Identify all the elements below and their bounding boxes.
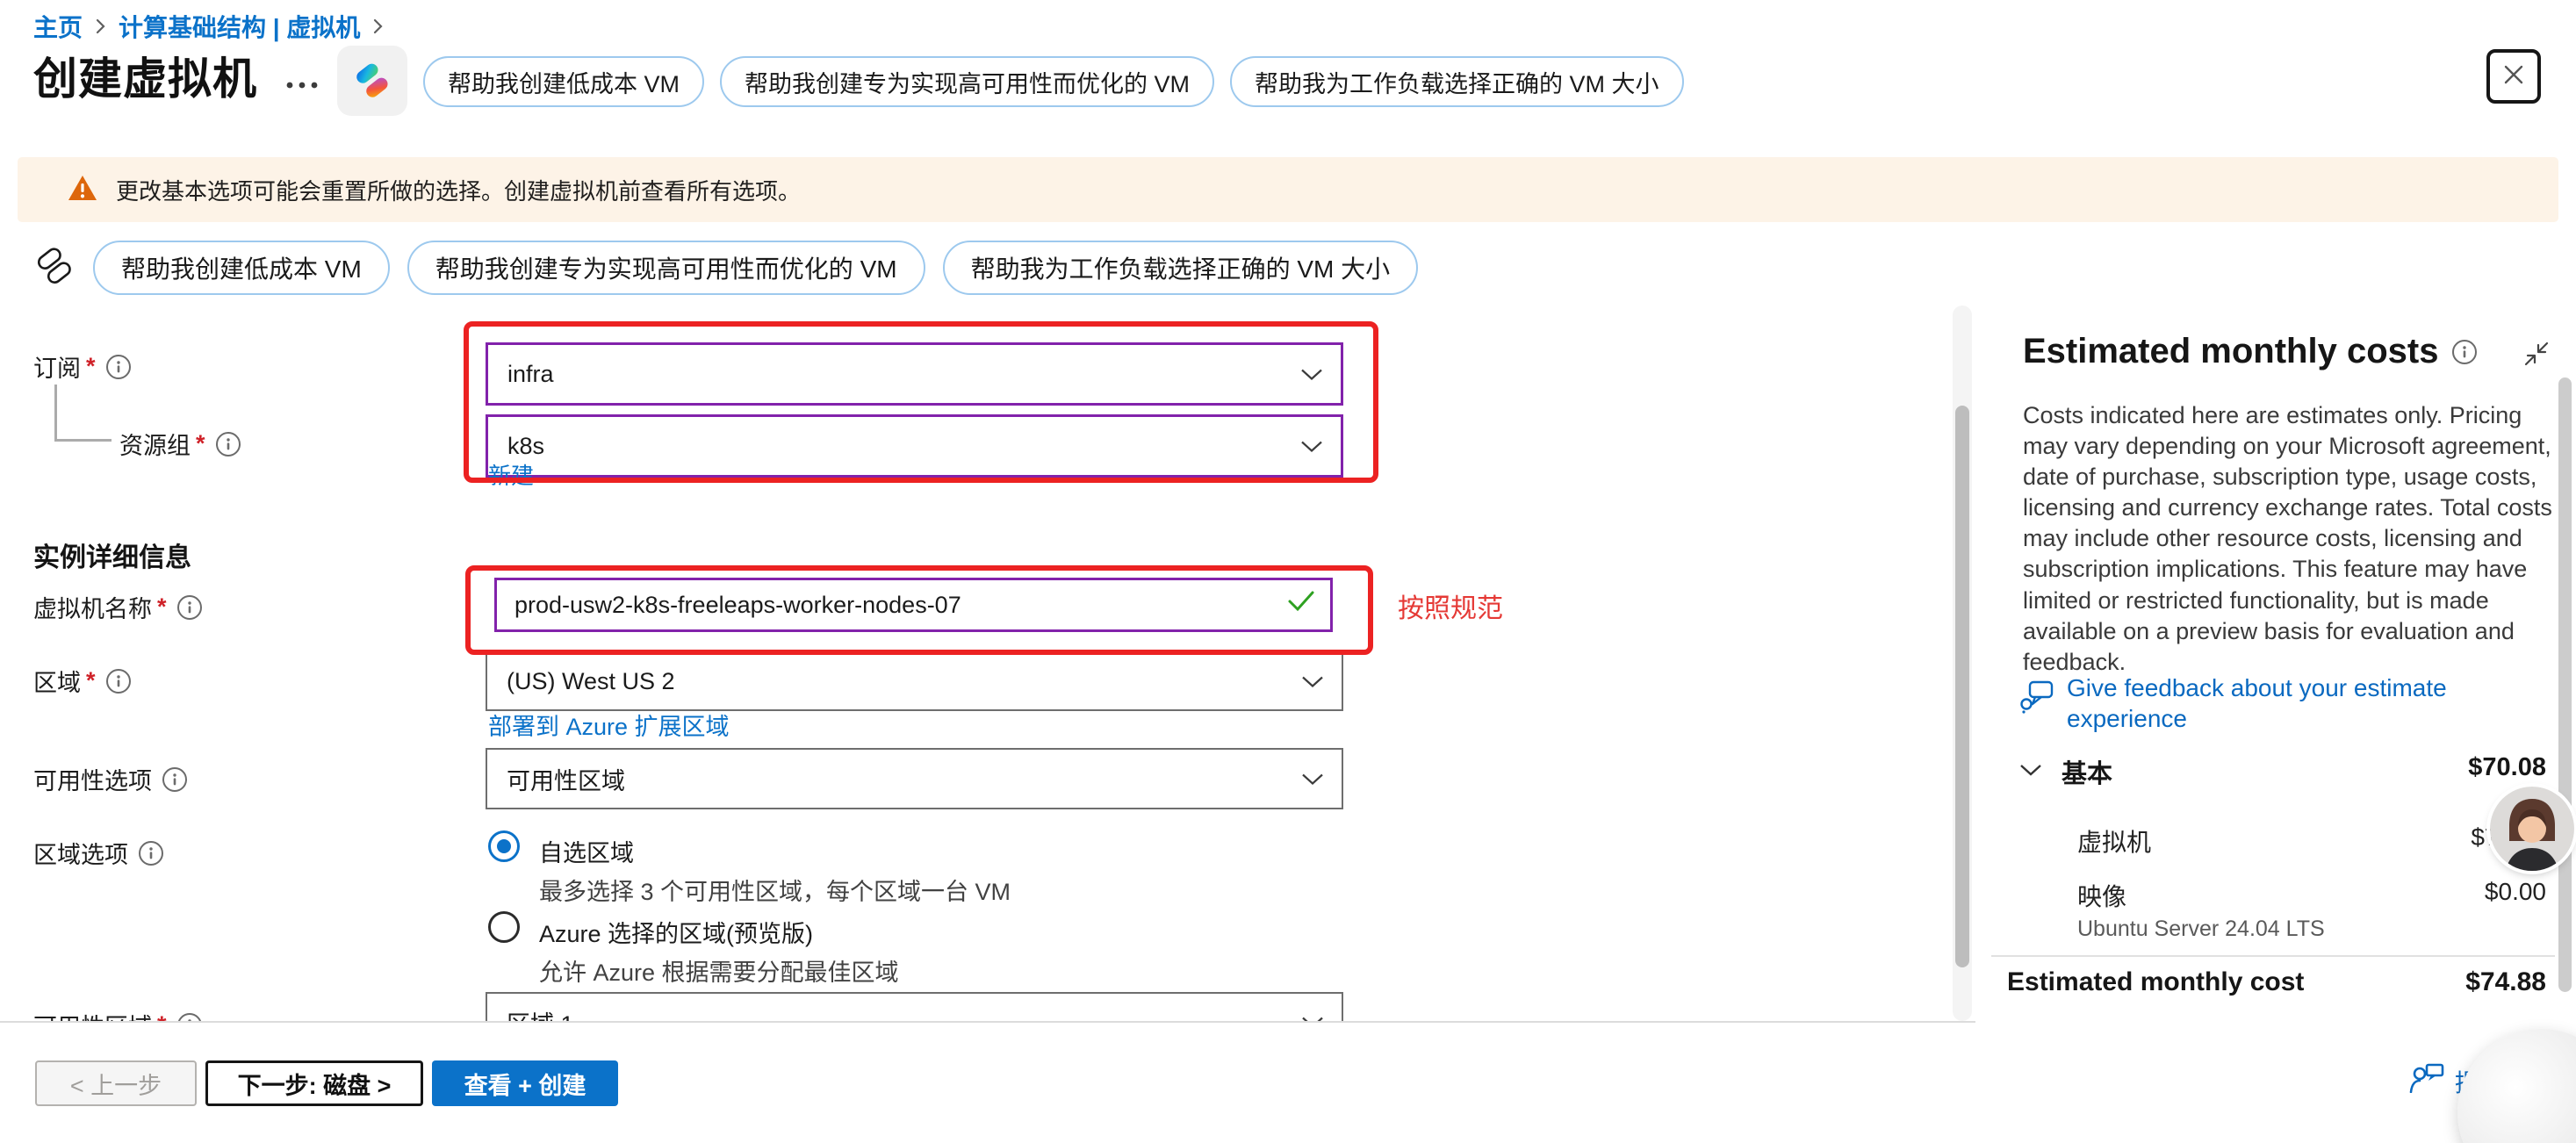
info-icon[interactable] bbox=[2452, 340, 2477, 364]
page-title: 创建虚拟机 bbox=[33, 44, 257, 107]
self-selected-zones-radio-label: 自选区域 bbox=[539, 834, 634, 868]
cost-item-image-label: 映像 bbox=[2077, 878, 2126, 913]
create-vm-page: 主页 计算基础结构 | 虚拟机 创建虚拟机 帮助我创建低成本 VM 帮助我创建专… bbox=[0, 0, 2576, 1143]
azure-extended-zones-link[interactable]: 部署到 Azure 扩展区域 bbox=[488, 708, 730, 742]
self-selected-zones-radio[interactable] bbox=[488, 830, 520, 862]
copilot-icon[interactable] bbox=[337, 46, 407, 116]
chevron-down-icon bbox=[1301, 766, 1324, 793]
estimate-feedback-link[interactable]: Give feedback about your estimate experi… bbox=[2019, 672, 2555, 734]
suggestion-high-availability-button[interactable]: 帮助我创建专为实现高可用性而优化的 VM bbox=[720, 56, 1214, 107]
instance-details-header: 实例详细信息 bbox=[33, 536, 191, 574]
chevron-down-icon[interactable] bbox=[2019, 763, 2042, 781]
azure-selected-zones-description: 允许 Azure 根据需要分配最佳区域 bbox=[539, 953, 899, 988]
footer-bar: < 上一步 下一步: 磁盘 > 查看 + 创建 提供反馈 bbox=[0, 1023, 2576, 1143]
chevron-right-icon bbox=[372, 18, 384, 35]
warning-banner: 更改基本选项可能会重置所做的选择。创建虚拟机前查看所有选项。 bbox=[18, 157, 2558, 222]
breadcrumb-home-link[interactable]: 主页 bbox=[33, 9, 83, 44]
warning-icon bbox=[67, 174, 98, 206]
cost-item-image-subtext: Ubuntu Server 24.04 LTS bbox=[2077, 917, 2325, 942]
subscription-dropdown[interactable]: infra bbox=[486, 342, 1343, 406]
azure-selected-zones-radio[interactable] bbox=[488, 911, 520, 943]
chevron-down-icon bbox=[1301, 668, 1324, 695]
cost-item-vm-label: 虚拟机 bbox=[2077, 823, 2151, 859]
cost-group-basic-row: 基本 bbox=[2019, 753, 2546, 790]
close-button[interactable] bbox=[2486, 49, 2541, 104]
main-scrollbar-thumb[interactable] bbox=[1955, 406, 1969, 967]
valid-check-icon bbox=[1287, 590, 1315, 617]
chevron-down-icon bbox=[1300, 361, 1323, 388]
cost-group-amount: $70.08 bbox=[2468, 753, 2546, 782]
panel-scrollbar-thumb[interactable] bbox=[2558, 377, 2572, 992]
more-menu-icon[interactable] bbox=[283, 75, 321, 95]
availability-options-label: 可用性选项 bbox=[33, 762, 187, 796]
info-icon[interactable] bbox=[106, 669, 131, 694]
info-icon[interactable] bbox=[177, 595, 202, 620]
resource-group-dropdown[interactable]: k8s bbox=[486, 414, 1343, 478]
self-selected-zones-description: 最多选择 3 个可用性区域，每个区域一台 VM bbox=[539, 873, 1011, 907]
cost-group-label: 基本 bbox=[2062, 753, 2112, 790]
cost-panel-title: Estimated monthly costs bbox=[2023, 332, 2477, 371]
total-cost-amount: $74.88 bbox=[2465, 967, 2546, 997]
info-icon[interactable] bbox=[106, 355, 131, 379]
assistant-avatar[interactable] bbox=[2490, 787, 2574, 871]
info-icon[interactable] bbox=[216, 432, 241, 456]
region-label: 区域* bbox=[33, 664, 131, 698]
info-icon[interactable] bbox=[139, 841, 163, 866]
suggestion-high-availability-button-2[interactable]: 帮助我创建专为实现高可用性而优化的 VM bbox=[407, 241, 925, 295]
suggestion-low-cost-vm-button-2[interactable]: 帮助我创建低成本 VM bbox=[93, 241, 390, 295]
chevron-down-icon bbox=[1300, 433, 1323, 460]
close-icon bbox=[2501, 62, 2526, 91]
copilot-outline-icon bbox=[33, 245, 76, 291]
person-feedback-icon bbox=[2409, 1063, 2444, 1099]
cost-disclaimer-text: Costs indicated here are estimates only.… bbox=[2023, 400, 2557, 678]
azure-selected-zones-radio-label: Azure 选择的区域(预览版) bbox=[539, 915, 813, 949]
subscription-label: 订阅* bbox=[33, 349, 131, 384]
vm-name-input[interactable] bbox=[494, 578, 1333, 632]
next-step-disks-button[interactable]: 下一步: 磁盘 > bbox=[205, 1060, 423, 1106]
info-icon[interactable] bbox=[162, 767, 187, 792]
feedback-bubbles-icon bbox=[2019, 679, 2054, 734]
suggestion-vm-size-button[interactable]: 帮助我为工作负载选择正确的 VM 大小 bbox=[1230, 56, 1684, 107]
breadcrumb-section-link[interactable]: 计算基础结构 | 虚拟机 bbox=[119, 9, 360, 44]
resource-group-label: 资源组* bbox=[119, 427, 241, 461]
field-connector-line bbox=[54, 385, 112, 442]
panel-divider bbox=[1991, 955, 2555, 957]
collapse-panel-icon[interactable] bbox=[2522, 339, 2551, 369]
availability-options-dropdown[interactable]: 可用性区域 bbox=[486, 748, 1343, 809]
previous-step-button[interactable]: < 上一步 bbox=[35, 1060, 197, 1106]
copilot-suggestions-row: 帮助我创建低成本 VM 帮助我创建专为实现高可用性而优化的 VM 帮助我为工作负… bbox=[423, 56, 1684, 107]
breadcrumb: 主页 计算基础结构 | 虚拟机 bbox=[33, 9, 384, 44]
vm-name-label: 虚拟机名称* bbox=[33, 590, 202, 624]
vm-name-annotation-text: 按照规范 bbox=[1398, 586, 1503, 625]
zone-options-label: 区域选项 bbox=[33, 836, 163, 870]
suggestion-low-cost-vm-button[interactable]: 帮助我创建低成本 VM bbox=[423, 56, 704, 107]
chevron-right-icon bbox=[95, 18, 106, 35]
suggestion-vm-size-button-2[interactable]: 帮助我为工作负载选择正确的 VM 大小 bbox=[943, 241, 1419, 295]
create-new-link[interactable]: 新建 bbox=[488, 458, 534, 491]
review-create-button[interactable]: 查看 + 创建 bbox=[432, 1060, 618, 1106]
total-cost-label: Estimated monthly cost bbox=[2007, 967, 2304, 997]
floating-helper-bubble[interactable] bbox=[2457, 1029, 2576, 1143]
copilot-suggestions-row-2: 帮助我创建低成本 VM 帮助我创建专为实现高可用性而优化的 VM 帮助我为工作负… bbox=[33, 241, 1418, 295]
cost-item-image-amount: $0.00 bbox=[2485, 878, 2546, 906]
warning-banner-text: 更改基本选项可能会重置所做的选择。创建虚拟机前查看所有选项。 bbox=[116, 174, 801, 206]
region-dropdown[interactable]: (US) West US 2 bbox=[486, 651, 1343, 711]
